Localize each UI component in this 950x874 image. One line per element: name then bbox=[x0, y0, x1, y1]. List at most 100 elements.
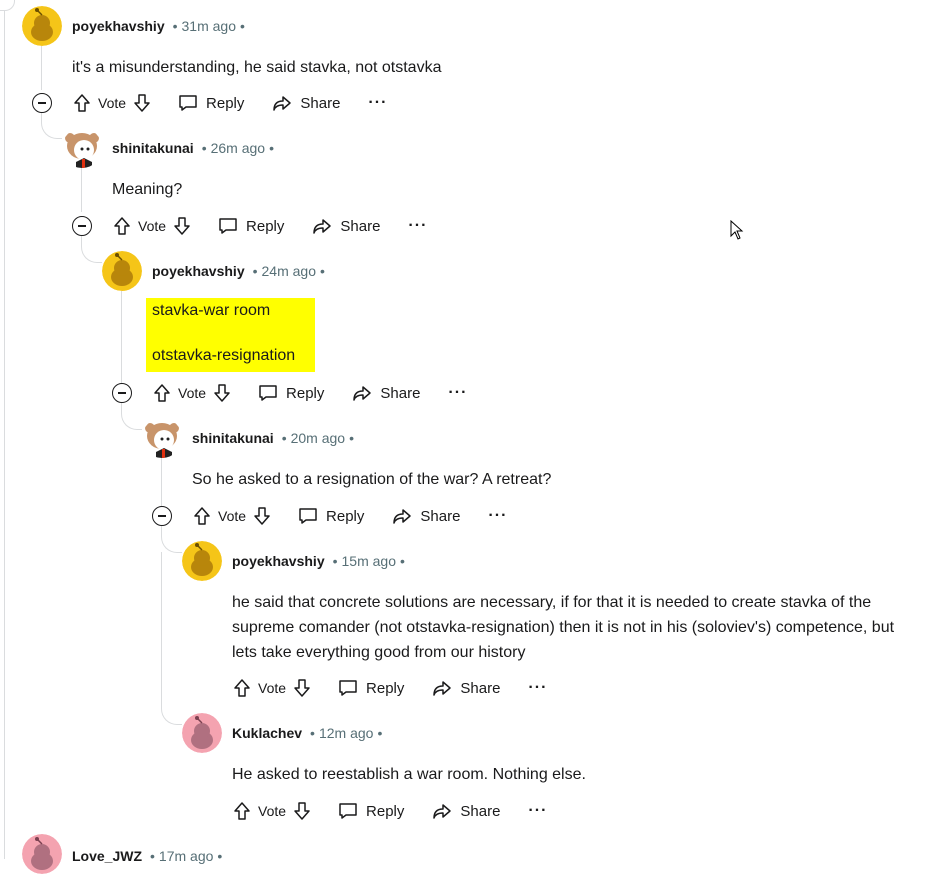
share-button[interactable]: Share bbox=[272, 93, 340, 113]
comment-timestamp[interactable]: 15m ago bbox=[342, 553, 396, 569]
comment-actions: Vote Reply Share ··· bbox=[112, 378, 467, 408]
comment-body-highlighted: stavka-war room otstavka-resignation bbox=[146, 298, 316, 372]
more-options-button[interactable]: ··· bbox=[368, 94, 387, 112]
comment-timestamp[interactable]: 26m ago bbox=[211, 140, 265, 156]
downvote-icon[interactable] bbox=[172, 216, 192, 236]
comment-author[interactable]: poyekhavshiy bbox=[152, 263, 245, 279]
comment-author[interactable]: shinitakunai bbox=[192, 430, 274, 446]
downvote-icon[interactable] bbox=[132, 93, 152, 113]
avatar[interactable] bbox=[182, 713, 222, 753]
comment-author[interactable]: poyekhavshiy bbox=[72, 18, 165, 34]
collapse-button[interactable] bbox=[72, 216, 92, 236]
thread-line bbox=[4, 10, 5, 859]
snoo-avatar-icon bbox=[22, 6, 62, 46]
reply-button[interactable]: Reply bbox=[218, 216, 284, 236]
share-button[interactable]: Share bbox=[352, 383, 420, 403]
vote-label: Vote bbox=[178, 385, 207, 401]
avatar[interactable] bbox=[62, 128, 102, 168]
share-icon bbox=[432, 801, 452, 821]
snoo-avatar-icon bbox=[22, 834, 62, 874]
more-options-button[interactable]: ··· bbox=[408, 217, 427, 235]
comment-actions: Vote Reply Share ··· bbox=[32, 88, 387, 118]
vote-group: Vote bbox=[232, 801, 312, 821]
mouse-cursor-icon bbox=[730, 219, 744, 245]
comment-bubble-icon bbox=[338, 801, 358, 821]
comment-bubble-icon bbox=[338, 678, 358, 698]
more-options-button[interactable]: ··· bbox=[488, 507, 507, 525]
upvote-icon[interactable] bbox=[232, 801, 252, 821]
snoo-avatar-icon bbox=[102, 251, 142, 291]
comment-bubble-icon bbox=[298, 506, 318, 526]
downvote-icon[interactable] bbox=[292, 678, 312, 698]
thread-line bbox=[121, 291, 122, 383]
comment-actions: Vote Reply Share ··· bbox=[232, 673, 547, 703]
vote-group: Vote bbox=[72, 93, 152, 113]
reply-button[interactable]: Reply bbox=[338, 801, 404, 821]
comment-bubble-icon bbox=[258, 383, 278, 403]
comment-timestamp[interactable]: 12m ago bbox=[319, 725, 373, 741]
more-options-button[interactable]: ··· bbox=[528, 802, 547, 820]
comment-author[interactable]: Kuklachev bbox=[232, 725, 302, 741]
upvote-icon[interactable] bbox=[232, 678, 252, 698]
comment-timestamp[interactable]: 17m ago bbox=[159, 848, 213, 864]
comment-actions: Vote Reply Share ··· bbox=[152, 501, 507, 531]
upvote-icon[interactable] bbox=[192, 506, 212, 526]
share-icon bbox=[312, 216, 332, 236]
thread-curve bbox=[161, 702, 182, 725]
avatar[interactable] bbox=[102, 251, 142, 291]
more-options-button[interactable]: ··· bbox=[448, 384, 467, 402]
collapse-button[interactable] bbox=[152, 506, 172, 526]
more-options-button[interactable]: ··· bbox=[528, 679, 547, 697]
anime-avatar-icon bbox=[62, 128, 102, 168]
comment-actions: Vote Reply Share ··· bbox=[232, 796, 547, 826]
comment-body: Meaning? bbox=[112, 181, 183, 198]
reply-button[interactable]: Reply bbox=[338, 678, 404, 698]
vote-group: Vote bbox=[192, 506, 272, 526]
vote-label: Vote bbox=[218, 508, 247, 524]
collapse-button[interactable] bbox=[32, 93, 52, 113]
downvote-icon[interactable] bbox=[252, 506, 272, 526]
downvote-icon[interactable] bbox=[292, 801, 312, 821]
comment-body: He asked to reestablish a war room. Noth… bbox=[232, 766, 586, 783]
reply-button[interactable]: Reply bbox=[258, 383, 324, 403]
thread-line bbox=[161, 458, 162, 506]
share-icon bbox=[432, 678, 452, 698]
comment-body: he said that concrete solutions are nece… bbox=[232, 594, 895, 661]
snoo-avatar-icon bbox=[182, 713, 222, 753]
avatar[interactable] bbox=[182, 541, 222, 581]
comment-timestamp[interactable]: 20m ago bbox=[291, 430, 345, 446]
comment-timestamp[interactable]: 31m ago bbox=[182, 18, 236, 34]
share-button[interactable]: Share bbox=[432, 801, 500, 821]
comment-author[interactable]: Love_JWZ bbox=[72, 848, 142, 864]
thread-line bbox=[81, 168, 82, 212]
comment-author[interactable]: shinitakunai bbox=[112, 140, 194, 156]
comment-timestamp[interactable]: 24m ago bbox=[262, 263, 316, 279]
share-button[interactable]: Share bbox=[392, 506, 460, 526]
comment-author[interactable]: poyekhavshiy bbox=[232, 553, 325, 569]
share-icon bbox=[272, 93, 292, 113]
comment-body: it's a misunderstanding, he said stavka,… bbox=[72, 59, 442, 76]
avatar[interactable] bbox=[22, 6, 62, 46]
avatar[interactable] bbox=[142, 418, 182, 458]
reply-button[interactable]: Reply bbox=[298, 506, 364, 526]
share-button[interactable]: Share bbox=[312, 216, 380, 236]
upvote-icon[interactable] bbox=[112, 216, 132, 236]
vote-group: Vote bbox=[232, 678, 312, 698]
reply-button[interactable]: Reply bbox=[178, 93, 244, 113]
vote-label: Vote bbox=[98, 95, 127, 111]
vote-group: Vote bbox=[112, 216, 192, 236]
vote-label: Vote bbox=[258, 680, 287, 696]
thread-line bbox=[41, 46, 42, 90]
snoo-avatar-icon bbox=[182, 541, 222, 581]
vote-label: Vote bbox=[138, 218, 167, 234]
comment-bubble-icon bbox=[178, 93, 198, 113]
collapse-button[interactable] bbox=[112, 383, 132, 403]
share-button[interactable]: Share bbox=[432, 678, 500, 698]
comment-bubble-icon bbox=[218, 216, 238, 236]
upvote-icon[interactable] bbox=[152, 383, 172, 403]
avatar[interactable] bbox=[22, 834, 62, 874]
comment-body: So he asked to a resignation of the war?… bbox=[192, 471, 552, 488]
upvote-icon[interactable] bbox=[72, 93, 92, 113]
downvote-icon[interactable] bbox=[212, 383, 232, 403]
comment-actions: Vote Reply Share ··· bbox=[72, 211, 427, 241]
